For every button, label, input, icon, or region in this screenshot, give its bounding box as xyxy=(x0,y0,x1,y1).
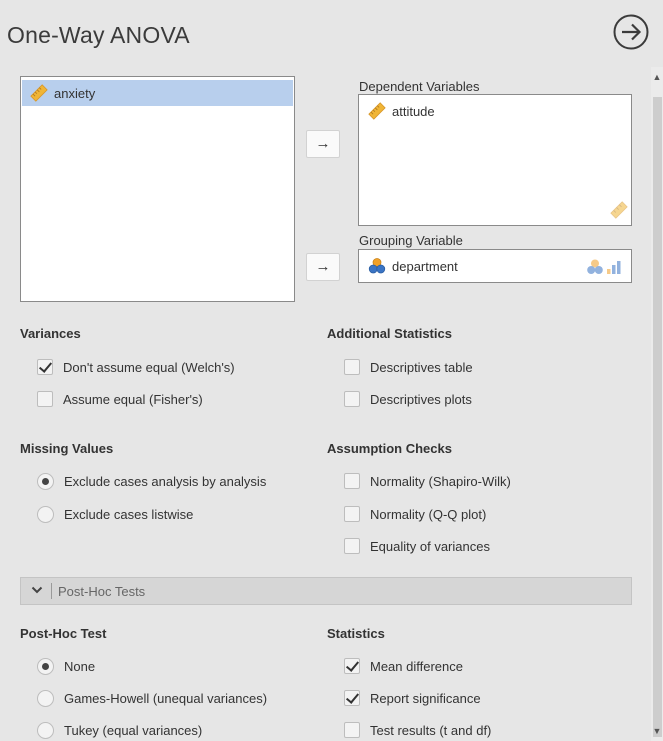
option-report-significance[interactable]: Report significance xyxy=(344,688,481,708)
arrow-right-icon: → xyxy=(315,135,331,152)
option-label: Descriptives table xyxy=(370,359,473,375)
option-test-results[interactable]: Test results (t and df) xyxy=(344,720,491,740)
option-label: Equality of variances xyxy=(370,538,490,554)
variances-section-title: Variances xyxy=(20,326,81,341)
divider xyxy=(51,583,52,599)
nominal-ordinal-type-hint-icon xyxy=(587,259,621,274)
move-to-dependent-button[interactable]: → xyxy=(306,130,340,158)
checkbox-unchecked-icon[interactable] xyxy=(344,506,360,522)
continuous-type-hint-icon xyxy=(610,201,628,219)
vertical-scrollbar[interactable]: ▲ ▼ xyxy=(651,67,663,741)
missing-values-section-title: Missing Values xyxy=(20,441,114,456)
checkbox-unchecked-icon[interactable] xyxy=(344,722,360,738)
grouping-variable-box[interactable]: department xyxy=(358,249,632,283)
option-posthoc-none[interactable]: None xyxy=(37,656,95,676)
option-exclude-listwise[interactable]: Exclude cases listwise xyxy=(37,504,193,524)
option-label: Report significance xyxy=(370,690,481,706)
option-label: Normality (Shapiro-Wilk) xyxy=(370,473,511,489)
option-tukey[interactable]: Tukey (equal variances) xyxy=(37,720,202,740)
arrow-right-circle-icon xyxy=(613,14,649,50)
checkbox-checked-icon[interactable] xyxy=(37,359,53,375)
continuous-ruler-icon xyxy=(30,84,48,102)
option-welch[interactable]: Don't assume equal (Welch's) xyxy=(37,357,235,377)
checkbox-unchecked-icon[interactable] xyxy=(37,391,53,407)
option-label: Exclude cases listwise xyxy=(64,506,194,522)
option-fisher[interactable]: Assume equal (Fisher's) xyxy=(37,389,203,409)
option-label: Test results (t and df) xyxy=(370,722,492,738)
run-analysis-button[interactable] xyxy=(612,13,650,51)
checkbox-checked-icon[interactable] xyxy=(344,658,360,674)
source-variable-anxiety[interactable]: anxiety xyxy=(22,80,293,106)
option-qq-plot[interactable]: Normality (Q-Q plot) xyxy=(344,504,486,524)
checkbox-unchecked-icon[interactable] xyxy=(344,391,360,407)
option-label: Assume equal (Fisher's) xyxy=(63,391,203,407)
radio-unselected-icon[interactable] xyxy=(37,505,54,523)
option-games-howell[interactable]: Games-Howell (unequal variances) xyxy=(37,688,267,708)
chevron-down-icon xyxy=(29,585,45,597)
checkbox-unchecked-icon[interactable] xyxy=(344,473,360,489)
grouping-variable-label: Grouping Variable xyxy=(359,233,463,248)
radio-selected-icon[interactable] xyxy=(37,472,54,490)
additional-statistics-section-title: Additional Statistics xyxy=(327,326,452,341)
checkbox-unchecked-icon[interactable] xyxy=(344,538,360,554)
option-label: Exclude cases analysis by analysis xyxy=(64,473,267,489)
header-bar: One-Way ANOVA xyxy=(0,0,663,78)
dependent-variables-label: Dependent Variables xyxy=(359,79,480,94)
option-label: None xyxy=(64,658,96,674)
option-label: Games-Howell (unequal variances) xyxy=(64,690,268,706)
option-descriptives-plots[interactable]: Descriptives plots xyxy=(344,389,472,409)
continuous-ruler-icon xyxy=(368,102,386,120)
scroll-up-arrow-icon[interactable]: ▲ xyxy=(651,71,663,83)
post-hoc-test-section-title: Post-Hoc Test xyxy=(20,626,107,641)
option-label: Mean difference xyxy=(370,658,463,674)
statistics-section-title: Statistics xyxy=(327,626,385,641)
source-variable-label: anxiety xyxy=(54,85,96,101)
option-shapiro-wilk[interactable]: Normality (Shapiro-Wilk) xyxy=(344,471,511,491)
dependent-variable-label: attitude xyxy=(392,103,435,119)
option-exclude-analysis[interactable]: Exclude cases analysis by analysis xyxy=(37,471,266,491)
scroll-down-arrow-icon[interactable]: ▼ xyxy=(651,725,663,737)
checkbox-checked-icon[interactable] xyxy=(344,690,360,706)
scroll-thumb[interactable] xyxy=(653,97,662,737)
option-label: Normality (Q-Q plot) xyxy=(370,506,487,522)
page-title: One-Way ANOVA xyxy=(7,22,190,48)
radio-unselected-icon[interactable] xyxy=(37,721,54,739)
radio-selected-icon[interactable] xyxy=(37,657,54,675)
post-hoc-tests-section-toggle[interactable]: Post-Hoc Tests xyxy=(20,577,632,605)
assumption-checks-section-title: Assumption Checks xyxy=(327,441,452,456)
checkbox-unchecked-icon[interactable] xyxy=(344,359,360,375)
radio-unselected-icon[interactable] xyxy=(37,689,54,707)
grouping-variable-value: department xyxy=(392,258,458,274)
option-label: Don't assume equal (Welch's) xyxy=(63,359,235,375)
dependent-variable-attitude[interactable]: attitude xyxy=(360,98,631,124)
option-label: Descriptives plots xyxy=(370,391,472,407)
move-to-grouping-button[interactable]: → xyxy=(306,253,340,281)
arrow-right-icon: → xyxy=(315,258,331,275)
option-descriptives-table[interactable]: Descriptives table xyxy=(344,357,473,377)
post-hoc-tests-section-label: Post-Hoc Tests xyxy=(58,583,146,599)
option-label: Tukey (equal variances) xyxy=(64,722,203,738)
option-equality-of-variances[interactable]: Equality of variances xyxy=(344,536,490,556)
option-mean-difference[interactable]: Mean difference xyxy=(344,656,463,676)
source-variable-list[interactable]: anxiety xyxy=(20,76,295,302)
dependent-variables-box[interactable]: attitude xyxy=(358,94,632,226)
nominal-circles-icon xyxy=(368,258,386,274)
